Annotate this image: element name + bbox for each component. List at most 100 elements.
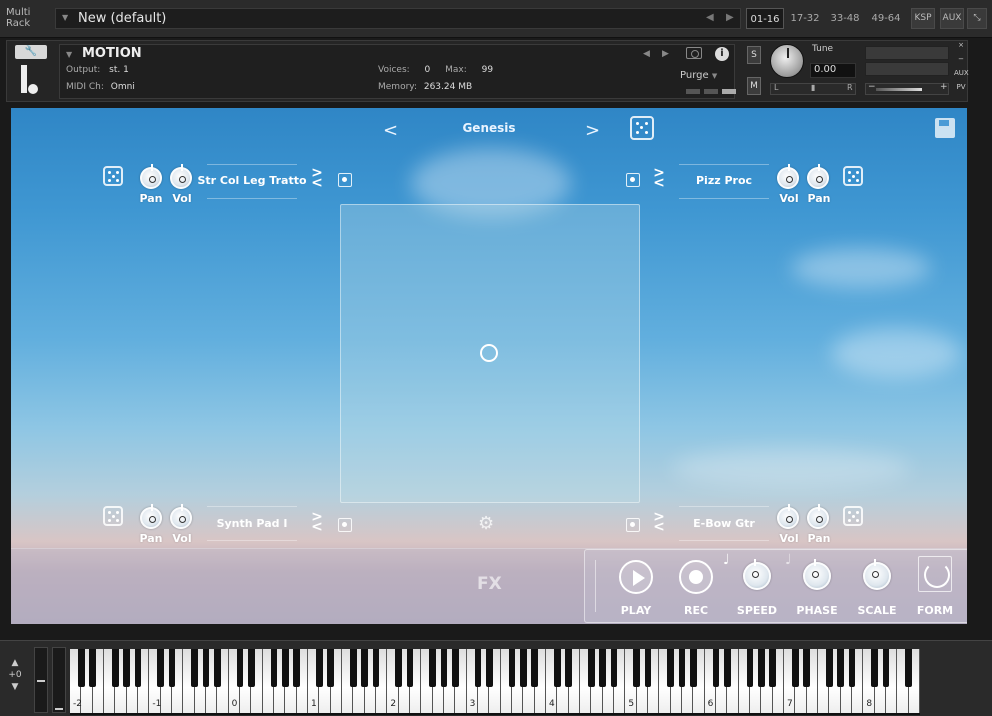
black-key[interactable] (213, 649, 221, 687)
pv-toggle[interactable]: PV (954, 83, 968, 97)
black-key[interactable] (202, 649, 210, 687)
rack-tab-17-32[interactable]: 17-32 (787, 8, 823, 29)
vol-knob[interactable] (170, 504, 192, 529)
black-key[interactable] (644, 649, 652, 687)
purge-menu[interactable]: Purge ▼ (680, 70, 717, 81)
vol-knob[interactable] (170, 164, 192, 189)
scale-knob[interactable] (863, 559, 891, 590)
black-key[interactable] (474, 649, 482, 687)
black-key[interactable] (746, 649, 754, 687)
rack-tab-33-48[interactable]: 33-48 (827, 8, 863, 29)
phase-knob[interactable] (803, 559, 831, 590)
black-key[interactable] (565, 649, 573, 687)
swap-icon[interactable]: > < (652, 510, 666, 534)
aux-toggle[interactable]: AUX (954, 69, 969, 83)
black-key[interactable] (553, 649, 561, 687)
pitch-wheel[interactable] (34, 647, 48, 713)
fx-button[interactable]: FX (477, 574, 502, 594)
pan-knob[interactable] (807, 164, 829, 189)
xy-pad[interactable] (340, 204, 640, 503)
slot-select-button[interactable] (338, 518, 352, 532)
midi-channel-row[interactable]: MIDI Ch: Omni (66, 82, 135, 92)
black-key[interactable] (599, 649, 607, 687)
speed-knob[interactable] (743, 559, 771, 590)
slot-select-button[interactable] (338, 173, 352, 187)
xy-cursor[interactable] (480, 344, 498, 362)
rack-tab-49-64[interactable]: 49-64 (867, 8, 905, 29)
ksp-button[interactable]: KSP (911, 8, 935, 29)
swap-icon[interactable]: > < (310, 510, 324, 534)
black-key[interactable] (508, 649, 516, 687)
volume-plus-icon[interactable]: + (940, 82, 948, 92)
minimize-icon[interactable]: − (954, 55, 968, 69)
black-key[interactable] (485, 649, 493, 687)
vol-knob[interactable] (777, 164, 799, 189)
prev-preset-icon[interactable]: ◀ (706, 12, 714, 23)
black-key[interactable] (281, 649, 289, 687)
black-key[interactable] (247, 649, 255, 687)
randomize-all-dice-icon[interactable] (630, 116, 654, 140)
rec-button[interactable] (679, 560, 713, 594)
black-key[interactable] (134, 649, 142, 687)
pan-knob[interactable] (140, 504, 162, 529)
dice-icon[interactable] (843, 166, 863, 186)
black-key[interactable] (871, 649, 879, 687)
black-key[interactable] (667, 649, 675, 687)
prev-instrument-icon[interactable]: ◀ (643, 49, 650, 59)
black-key[interactable] (349, 649, 357, 687)
octave-down-icon[interactable]: ▼ (4, 681, 26, 693)
collapse-icon[interactable]: ⤡ (967, 8, 987, 29)
rack-tab-01-16[interactable]: 01-16 (746, 8, 784, 29)
slot-select-button[interactable] (626, 173, 640, 187)
slot-name-top-left[interactable]: Str Col Leg Tratto (197, 174, 307, 187)
black-key[interactable] (361, 649, 369, 687)
black-key[interactable] (848, 649, 856, 687)
camera-icon[interactable] (686, 47, 702, 59)
tune-knob[interactable] (770, 44, 804, 78)
save-icon[interactable] (935, 118, 955, 138)
dice-icon[interactable] (103, 166, 123, 186)
solo-button[interactable]: S (747, 46, 761, 64)
multi-preset-field[interactable]: ▼ New (default) ◀ ▶ (55, 8, 741, 29)
gear-icon[interactable]: ⚙ (478, 513, 494, 534)
black-key[interactable] (531, 649, 539, 687)
dice-icon[interactable] (103, 506, 123, 526)
octave-control[interactable]: ▲ +0 ▼ (4, 657, 26, 693)
black-key[interactable] (633, 649, 641, 687)
black-key[interactable] (157, 649, 165, 687)
pan-knob[interactable] (807, 504, 829, 529)
next-instrument-icon[interactable]: ▶ (662, 49, 669, 59)
close-icon[interactable]: × (954, 41, 968, 55)
black-key[interactable] (315, 649, 323, 687)
black-key[interactable] (111, 649, 119, 687)
black-key[interactable] (791, 649, 799, 687)
black-key[interactable] (440, 649, 448, 687)
output-row[interactable]: Output: st. 1 (66, 65, 129, 75)
black-key[interactable] (825, 649, 833, 687)
black-key[interactable] (803, 649, 811, 687)
black-key[interactable] (451, 649, 459, 687)
black-key[interactable] (168, 649, 176, 687)
volume-slider[interactable]: − + (865, 82, 949, 95)
form-button[interactable] (918, 556, 952, 592)
black-key[interactable] (372, 649, 380, 687)
black-key[interactable] (89, 649, 97, 687)
black-key[interactable] (905, 649, 913, 687)
instrument-menu-icon[interactable]: ▼ (66, 50, 72, 59)
black-key[interactable] (429, 649, 437, 687)
pan-knob[interactable] (140, 164, 162, 189)
black-key[interactable] (757, 649, 765, 687)
swap-icon[interactable]: > < (310, 166, 324, 190)
black-key[interactable] (270, 649, 278, 687)
black-key[interactable] (837, 649, 845, 687)
preset-dropdown-icon[interactable]: ▼ (62, 13, 68, 22)
tune-value[interactable]: 0.00 (810, 63, 856, 78)
mute-button[interactable]: M (747, 77, 761, 95)
swap-icon[interactable]: > < (652, 166, 666, 190)
vol-knob[interactable] (777, 504, 799, 529)
slot-name-bottom-left[interactable]: Synth Pad I (197, 517, 307, 530)
aux-button[interactable]: AUX (940, 8, 964, 29)
black-key[interactable] (236, 649, 244, 687)
black-key[interactable] (678, 649, 686, 687)
black-key[interactable] (191, 649, 199, 687)
